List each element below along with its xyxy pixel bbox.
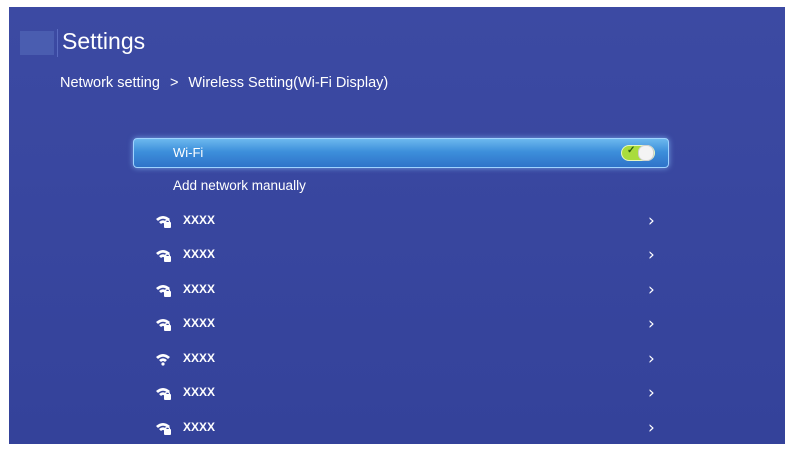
- chevron-right-icon: ›: [648, 418, 655, 438]
- wifi-icon: [155, 352, 171, 366]
- network-item[interactable]: XXXX ›: [149, 243, 669, 267]
- chevron-right-icon: ›: [648, 245, 655, 265]
- settings-screen: Settings Network setting > Wireless Settin…: [9, 7, 785, 444]
- network-item[interactable]: XXXX ›: [149, 381, 669, 405]
- chevron-right-icon: ›: [648, 280, 655, 300]
- chevron-right-icon: ›: [648, 383, 655, 403]
- wifi-setting-row[interactable]: Wi-Fi ✓: [133, 138, 669, 168]
- network-item[interactable]: XXXX ›: [149, 209, 669, 233]
- chevron-right-icon: ›: [648, 349, 655, 369]
- breadcrumb-parent[interactable]: Network setting: [60, 75, 160, 91]
- wifi-label: Wi-Fi: [173, 145, 204, 160]
- app-logo: [20, 31, 54, 55]
- wifi-toggle[interactable]: ✓: [621, 145, 655, 161]
- toggle-knob: [638, 145, 654, 161]
- breadcrumb: Network setting > Wireless Setting(Wi-Fi D…: [60, 75, 388, 91]
- wifi-locked-icon: [155, 386, 171, 400]
- network-name: XXXX: [183, 213, 216, 227]
- network-name: XXXX: [183, 247, 216, 261]
- wifi-locked-icon: [155, 283, 171, 297]
- network-name: XXXX: [183, 385, 216, 399]
- network-item[interactable]: XXXX ›: [149, 347, 669, 371]
- chevron-right-icon: ›: [648, 211, 655, 231]
- breadcrumb-current: Wireless Setting(Wi-Fi Display): [188, 75, 389, 91]
- wifi-locked-icon: [155, 248, 171, 262]
- network-item[interactable]: XXXX ›: [149, 278, 669, 302]
- wifi-locked-icon: [155, 214, 171, 228]
- wifi-locked-icon: [155, 317, 171, 331]
- breadcrumb-separator: >: [169, 75, 179, 91]
- add-network-manually[interactable]: Add network manually: [173, 178, 306, 193]
- network-name: XXXX: [183, 420, 216, 434]
- network-name: XXXX: [183, 282, 216, 296]
- network-name: XXXX: [183, 316, 216, 330]
- page-title: Settings: [62, 28, 146, 54]
- wifi-locked-icon: [155, 421, 171, 435]
- chevron-right-icon: ›: [648, 314, 655, 334]
- network-name: XXXX: [183, 351, 216, 365]
- network-item[interactable]: XXXX ›: [149, 312, 669, 336]
- checkmark-icon: ✓: [627, 145, 636, 156]
- network-item[interactable]: XXXX ›: [149, 416, 669, 440]
- header-divider: [57, 29, 58, 57]
